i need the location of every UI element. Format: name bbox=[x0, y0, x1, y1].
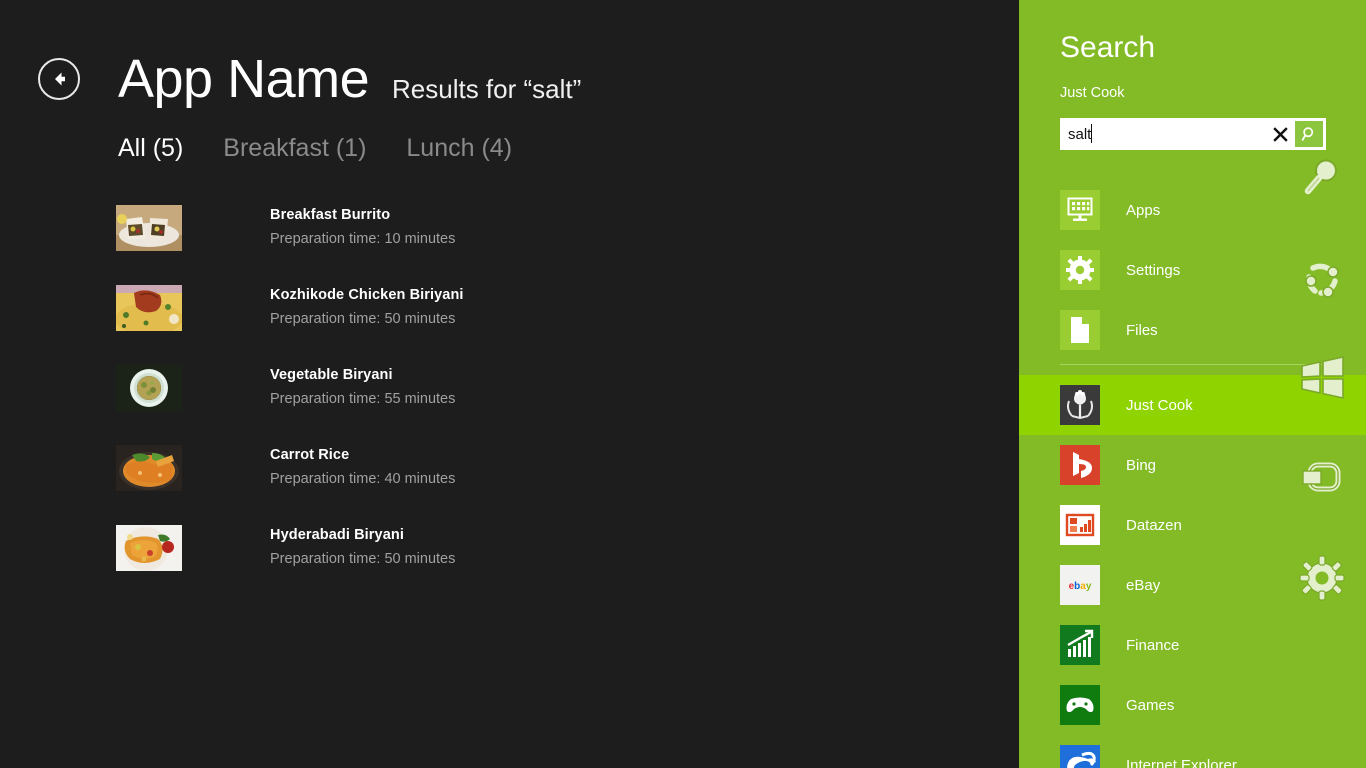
document-icon bbox=[1071, 317, 1089, 343]
app-label: Finance bbox=[1126, 636, 1180, 654]
result-subtitle: Preparation time: 40 minutes bbox=[270, 470, 456, 487]
results-list: Breakfast Burrito Preparation time: 10 m… bbox=[116, 205, 676, 605]
search-submit-button[interactable] bbox=[1295, 121, 1323, 147]
just-cook-icon bbox=[1060, 385, 1100, 425]
ebay-icon: ebay bbox=[1060, 565, 1100, 605]
search-pane-title: Search bbox=[1060, 31, 1156, 64]
result-thumbnail bbox=[116, 445, 182, 491]
datazen-icon bbox=[1060, 505, 1100, 545]
screen: App Name Results for “salt” All (5) Brea… bbox=[0, 0, 1366, 768]
filter-tabs: All (5) Breakfast (1) Lunch (4) bbox=[118, 134, 512, 163]
result-subtitle: Preparation time: 50 minutes bbox=[270, 310, 456, 327]
share-icon bbox=[1305, 263, 1339, 298]
scope-label: Files bbox=[1126, 321, 1158, 339]
scope-label: Apps bbox=[1126, 201, 1161, 219]
section-divider bbox=[1060, 364, 1330, 365]
search-scope-name: Just Cook bbox=[1060, 85, 1125, 101]
app-tile bbox=[1060, 685, 1100, 725]
back-button[interactable] bbox=[38, 58, 80, 100]
text-caret bbox=[1091, 124, 1092, 143]
tab-all[interactable]: All (5) bbox=[118, 134, 183, 163]
app-content-area: App Name Results for “salt” All (5) Brea… bbox=[0, 0, 1019, 768]
tab-breakfast[interactable]: Breakfast (1) bbox=[223, 134, 366, 163]
app-label: Datazen bbox=[1126, 516, 1182, 534]
scope-tile bbox=[1060, 190, 1100, 230]
app-label: Internet Explorer bbox=[1126, 756, 1237, 768]
result-text: Carrot Rice Preparation time: 40 minutes bbox=[270, 445, 455, 490]
result-thumbnail bbox=[116, 525, 182, 571]
share-charm[interactable] bbox=[1294, 250, 1350, 306]
devices-icon bbox=[1302, 462, 1341, 492]
gear-icon bbox=[1299, 555, 1345, 601]
search-pane: Search Just Cook salt Apps Settings File… bbox=[1019, 0, 1366, 768]
results-subtitle: Results for “salt” bbox=[392, 74, 582, 104]
games-icon bbox=[1060, 685, 1100, 725]
result-text: Kozhikode Chicken Biriyani Preparation t… bbox=[270, 285, 464, 330]
result-subtitle: Preparation time: 50 minutes bbox=[270, 550, 456, 567]
search-input-wrap bbox=[1060, 118, 1265, 150]
search-box bbox=[1060, 118, 1326, 150]
app-item-internet-explorer[interactable]: Internet Explorer bbox=[1019, 735, 1366, 768]
app-tile bbox=[1060, 445, 1100, 485]
app-label: Games bbox=[1126, 696, 1175, 714]
svg-text:ebay: ebay bbox=[1069, 581, 1092, 592]
result-subtitle: Preparation time: 10 minutes bbox=[270, 230, 456, 247]
settings-charm[interactable] bbox=[1294, 550, 1350, 606]
result-text: Vegetable Biryani Preparation time: 55 m… bbox=[270, 365, 455, 410]
search-charm[interactable] bbox=[1294, 150, 1350, 206]
result-title: Kozhikode Chicken Biriyani bbox=[270, 287, 464, 303]
devices-charm[interactable] bbox=[1294, 450, 1350, 506]
app-tile bbox=[1060, 745, 1100, 768]
app-tile bbox=[1060, 625, 1100, 665]
result-thumbnail bbox=[116, 205, 182, 251]
scope-label: Settings bbox=[1126, 261, 1181, 279]
bing-icon bbox=[1060, 445, 1100, 485]
magnifier-icon bbox=[1304, 159, 1337, 195]
tab-lunch[interactable]: Lunch (4) bbox=[406, 134, 512, 163]
result-thumbnail bbox=[116, 285, 182, 331]
finance-icon bbox=[1060, 625, 1100, 665]
gear-icon bbox=[1066, 256, 1094, 284]
internet-explorer-icon bbox=[1060, 745, 1100, 768]
result-item[interactable]: Hyderabadi Biryani Preparation time: 50 … bbox=[116, 525, 676, 605]
clear-search-button[interactable] bbox=[1265, 118, 1295, 150]
app-tile bbox=[1060, 505, 1100, 545]
scope-tile bbox=[1060, 250, 1100, 290]
back-arrow-icon bbox=[55, 72, 65, 86]
result-item[interactable]: Carrot Rice Preparation time: 40 minutes bbox=[116, 445, 676, 525]
result-subtitle: Preparation time: 55 minutes bbox=[270, 390, 456, 407]
page-title: App Name bbox=[118, 49, 370, 109]
result-item[interactable]: Vegetable Biryani Preparation time: 55 m… bbox=[116, 365, 676, 445]
search-input[interactable] bbox=[1068, 125, 1265, 143]
scope-tile bbox=[1060, 310, 1100, 350]
windows-logo-icon bbox=[1301, 356, 1344, 399]
result-title: Carrot Rice bbox=[270, 447, 350, 463]
app-item-finance[interactable]: Finance bbox=[1019, 615, 1366, 675]
search-icon bbox=[1301, 126, 1313, 141]
app-tile: ebay bbox=[1060, 565, 1100, 605]
app-label: Bing bbox=[1126, 456, 1157, 474]
result-text: Hyderabadi Biryani Preparation time: 50 … bbox=[270, 525, 455, 570]
app-item-games[interactable]: Games bbox=[1019, 675, 1366, 735]
app-label: Just Cook bbox=[1126, 396, 1193, 414]
app-label: eBay bbox=[1126, 576, 1161, 594]
monitor-icon bbox=[1067, 197, 1093, 221]
result-title: Vegetable Biryani bbox=[270, 367, 393, 383]
result-thumbnail bbox=[116, 365, 182, 411]
result-text: Breakfast Burrito Preparation time: 10 m… bbox=[270, 205, 455, 250]
app-tile bbox=[1060, 385, 1100, 425]
result-item[interactable]: Kozhikode Chicken Biriyani Preparation t… bbox=[116, 285, 676, 365]
start-charm[interactable] bbox=[1294, 350, 1350, 406]
result-item[interactable]: Breakfast Burrito Preparation time: 10 m… bbox=[116, 205, 676, 285]
close-icon bbox=[1272, 126, 1288, 142]
result-title: Hyderabadi Biryani bbox=[270, 527, 404, 543]
result-title: Breakfast Burrito bbox=[270, 207, 391, 223]
